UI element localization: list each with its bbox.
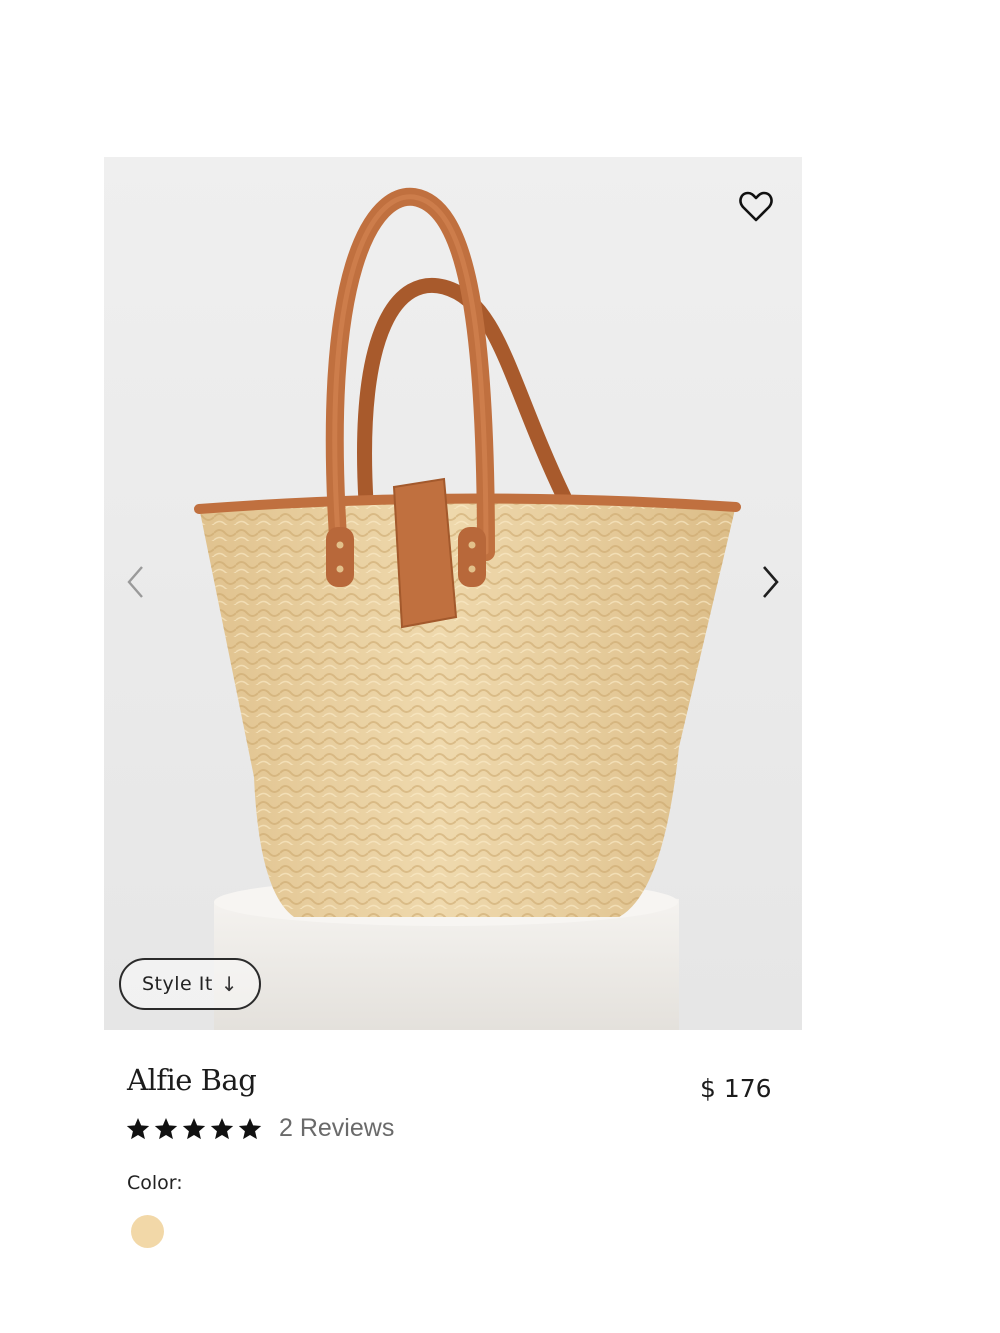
chevron-left-icon: [127, 566, 143, 598]
color-swatch[interactable]: [131, 1215, 164, 1248]
chevron-right-icon: [763, 566, 779, 598]
star-rating: [125, 1116, 263, 1142]
arrow-down-icon: ↓: [220, 972, 239, 996]
star-icon: [126, 1117, 150, 1139]
next-image-button[interactable]: [750, 557, 790, 607]
product-title: Alfie Bag: [127, 1063, 257, 1097]
product-photo: [104, 157, 802, 1030]
style-it-button[interactable]: Style It ↓: [119, 958, 261, 1010]
star-icon: [154, 1117, 178, 1139]
style-it-label: Style It: [141, 973, 213, 995]
wishlist-button[interactable]: [734, 185, 778, 229]
product-image-gallery[interactable]: Style It ↓: [104, 157, 802, 1030]
color-label: Color:: [127, 1172, 183, 1194]
reviews-link[interactable]: 2 Reviews: [279, 1114, 394, 1143]
heart-icon: [739, 191, 773, 222]
star-icon: [210, 1117, 234, 1139]
star-icon: [182, 1117, 206, 1139]
product-price: $ 176: [700, 1074, 772, 1103]
product-rating[interactable]: 2 Reviews: [125, 1114, 394, 1143]
previous-image-button[interactable]: [116, 557, 156, 607]
star-icon: [238, 1117, 262, 1139]
